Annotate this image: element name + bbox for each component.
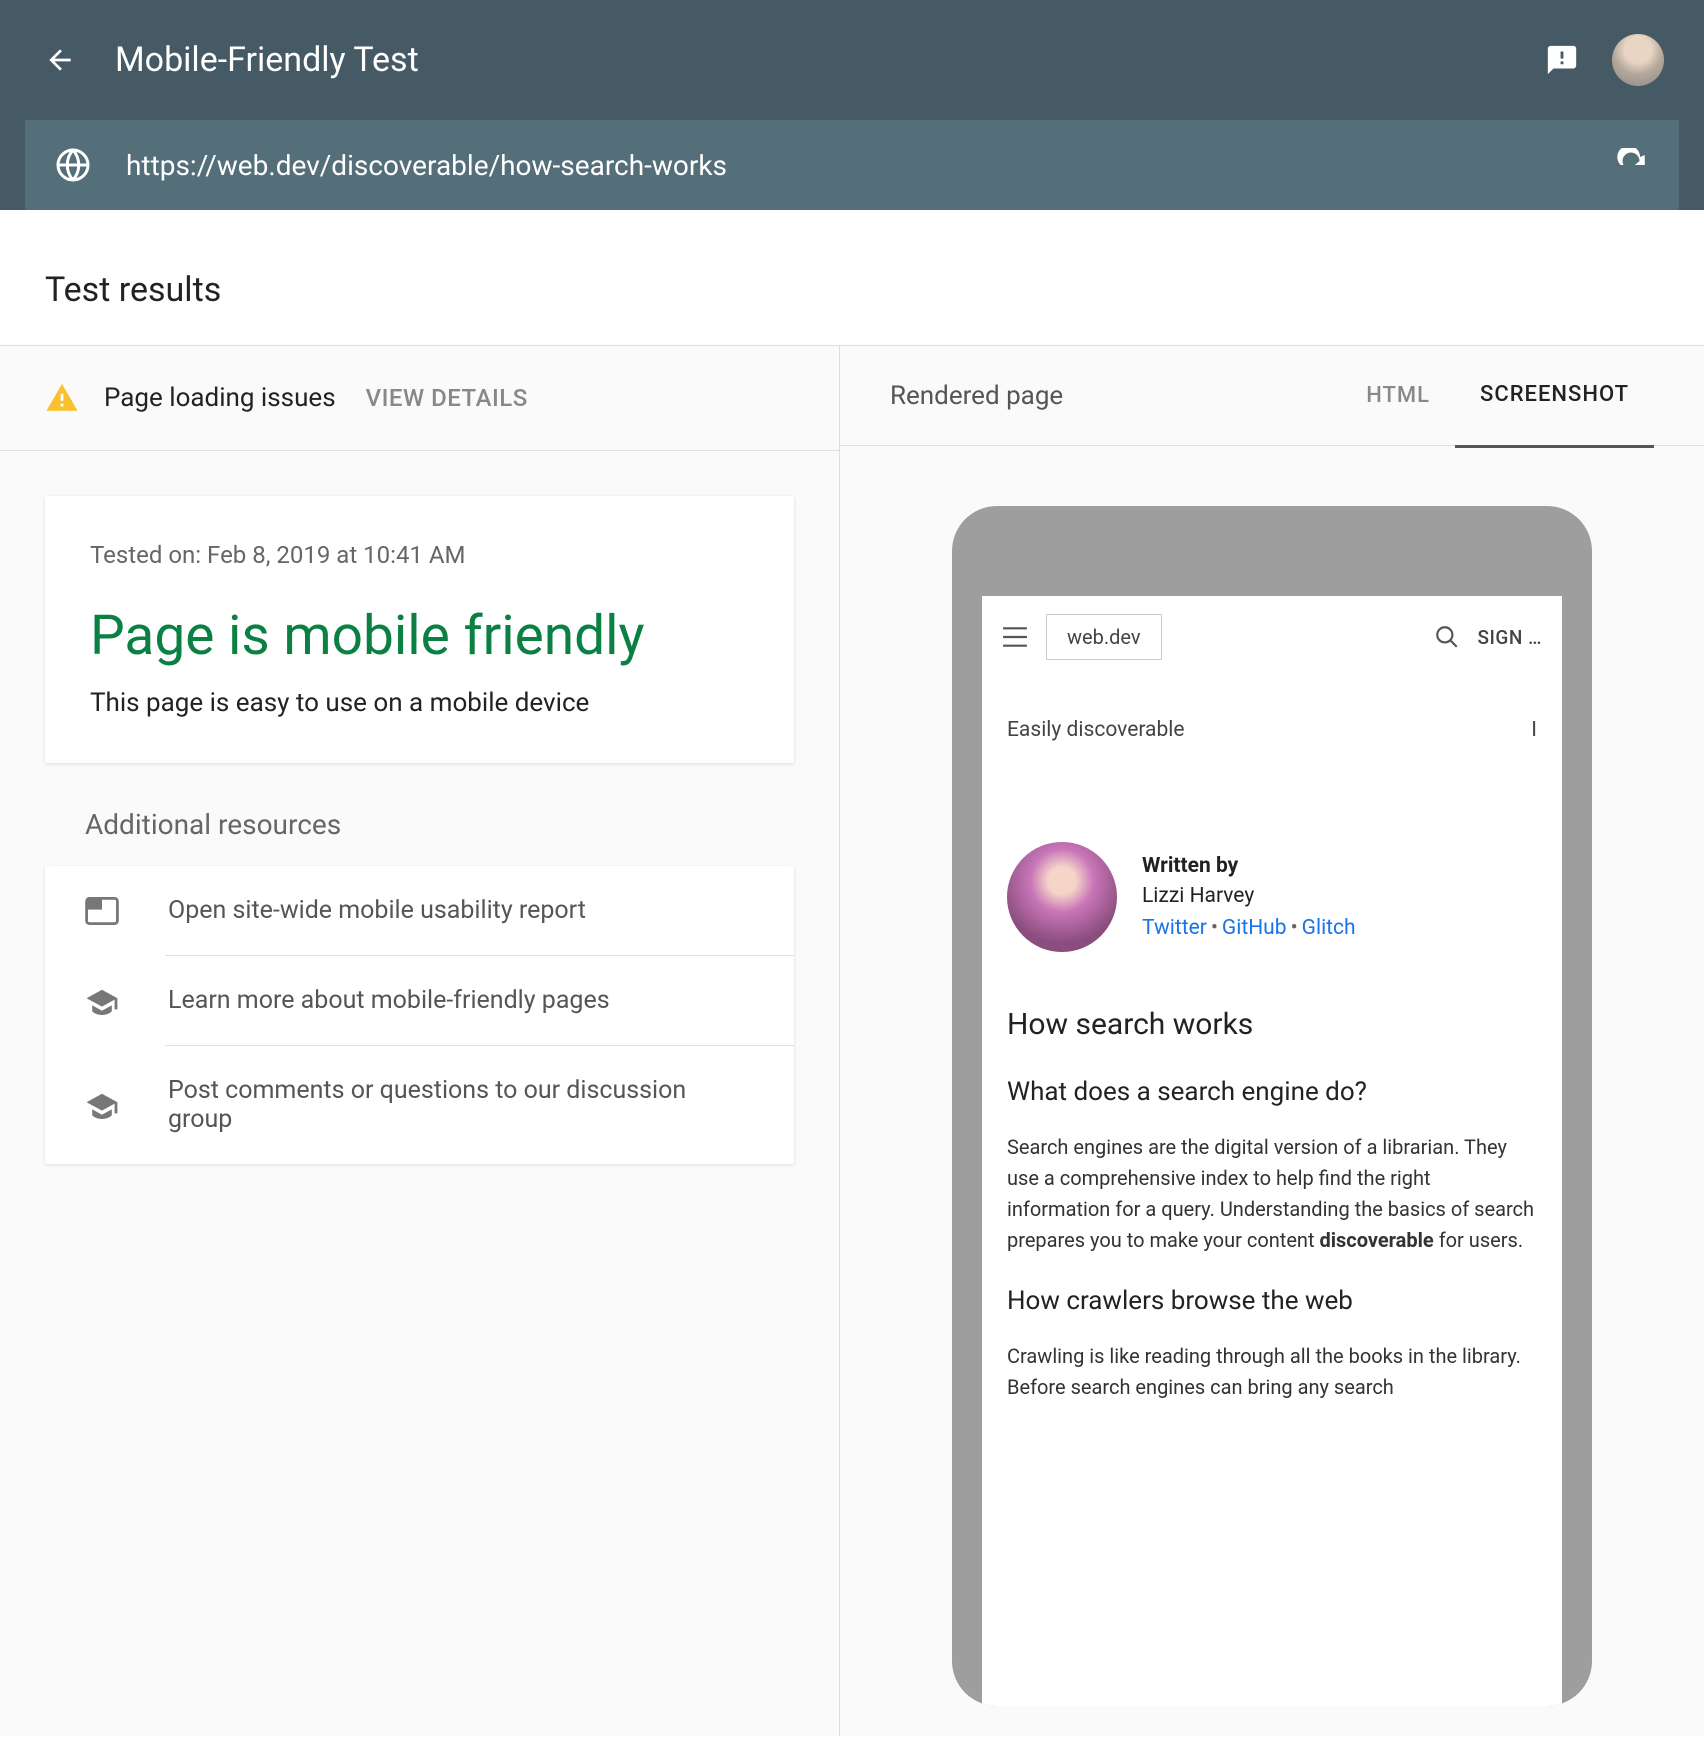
author-row: Written by Lizzi Harvey Twitter•GitHub•G… xyxy=(982,782,1562,982)
sign-in-label: SIGN … xyxy=(1478,626,1542,649)
resources-title: Additional resources xyxy=(85,808,754,841)
app-header: Mobile-Friendly Test https://web.dev/dis… xyxy=(0,0,1704,210)
header-top-bar: Mobile-Friendly Test xyxy=(0,0,1704,120)
link-glitch: Glitch xyxy=(1302,916,1356,940)
arrow-left-icon xyxy=(44,44,76,76)
preview-header: web.dev SIGN … xyxy=(982,596,1562,678)
article-title: How search works xyxy=(1007,1007,1537,1042)
tab-html[interactable]: HTML xyxy=(1341,345,1455,446)
hamburger-icon xyxy=(1002,627,1028,647)
tested-on-label: Tested on: Feb 8, 2019 at 10:41 AM xyxy=(90,541,749,569)
globe-icon xyxy=(55,147,91,183)
school-icon xyxy=(85,1091,123,1119)
resource-label: Open site-wide mobile usability report xyxy=(168,896,754,925)
link-twitter: Twitter xyxy=(1142,916,1207,940)
article-heading: What does a search engine do? xyxy=(1007,1077,1537,1107)
article-heading: How crawlers browse the web xyxy=(1007,1286,1537,1316)
result-card: Tested on: Feb 8, 2019 at 10:41 AM Page … xyxy=(45,496,794,763)
bar-indicator: I xyxy=(1531,718,1537,742)
right-header: Rendered page HTML SCREENSHOT xyxy=(840,346,1704,446)
back-button[interactable] xyxy=(40,40,80,80)
url-input[interactable]: https://web.dev/discoverable/how-search-… xyxy=(126,149,1615,182)
article-paragraph: Search engines are the digital version o… xyxy=(1007,1132,1537,1256)
refresh-icon xyxy=(1615,148,1649,182)
results-header: Test results xyxy=(0,235,1704,346)
phone-frame: web.dev SIGN … Easily discoverable I Wri… xyxy=(952,506,1592,1706)
page-loading-issues-row: Page loading issues VIEW DETAILS xyxy=(0,346,839,451)
rendered-page-label: Rendered page xyxy=(890,381,1341,411)
phone-screen: web.dev SIGN … Easily discoverable I Wri… xyxy=(982,596,1562,1706)
results-title: Test results xyxy=(45,270,1659,310)
author-meta: Written by Lizzi Harvey Twitter•GitHub•G… xyxy=(1142,854,1356,940)
written-by-label: Written by xyxy=(1142,854,1356,878)
warning-icon xyxy=(45,381,79,415)
domain-box: web.dev xyxy=(1046,614,1162,660)
user-avatar[interactable] xyxy=(1612,34,1664,86)
view-details-button[interactable]: VIEW DETAILS xyxy=(366,384,528,412)
result-subtext: This page is easy to use on a mobile dev… xyxy=(90,688,749,718)
article-paragraph: Crawling is like reading through all the… xyxy=(1007,1341,1537,1403)
app-title: Mobile-Friendly Test xyxy=(115,40,1542,80)
article-preview: How search works What does a search engi… xyxy=(982,982,1562,1428)
breadcrumb-bar: Easily discoverable I xyxy=(982,678,1562,782)
link-github: GitHub xyxy=(1222,916,1287,940)
resource-discussion[interactable]: Post comments or questions to our discus… xyxy=(45,1046,794,1164)
breadcrumb: Easily discoverable xyxy=(1007,718,1531,742)
web-icon xyxy=(85,897,123,925)
left-column: Page loading issues VIEW DETAILS Tested … xyxy=(0,346,840,1736)
right-column: Rendered page HTML SCREENSHOT web.dev SI… xyxy=(840,346,1704,1736)
resource-label: Learn more about mobile-friendly pages xyxy=(168,986,754,1015)
resource-usability-report[interactable]: Open site-wide mobile usability report xyxy=(45,866,794,955)
author-links: Twitter•GitHub•Glitch xyxy=(1142,916,1356,940)
resources-card: Open site-wide mobile usability report L… xyxy=(45,866,794,1164)
search-icon xyxy=(1434,624,1460,650)
feedback-icon xyxy=(1545,43,1579,77)
school-icon xyxy=(85,987,123,1015)
author-name: Lizzi Harvey xyxy=(1142,884,1356,908)
issues-label: Page loading issues xyxy=(104,383,336,413)
resource-label: Post comments or questions to our discus… xyxy=(168,1076,754,1134)
content-area: Page loading issues VIEW DETAILS Tested … xyxy=(0,346,1704,1736)
refresh-button[interactable] xyxy=(1615,148,1649,182)
result-headline: Page is mobile friendly xyxy=(90,604,749,668)
resource-learn-more[interactable]: Learn more about mobile-friendly pages xyxy=(45,956,794,1045)
feedback-button[interactable] xyxy=(1542,40,1582,80)
tab-screenshot[interactable]: SCREENSHOT xyxy=(1455,344,1654,448)
url-bar: https://web.dev/discoverable/how-search-… xyxy=(25,120,1679,210)
author-avatar xyxy=(1007,842,1117,952)
